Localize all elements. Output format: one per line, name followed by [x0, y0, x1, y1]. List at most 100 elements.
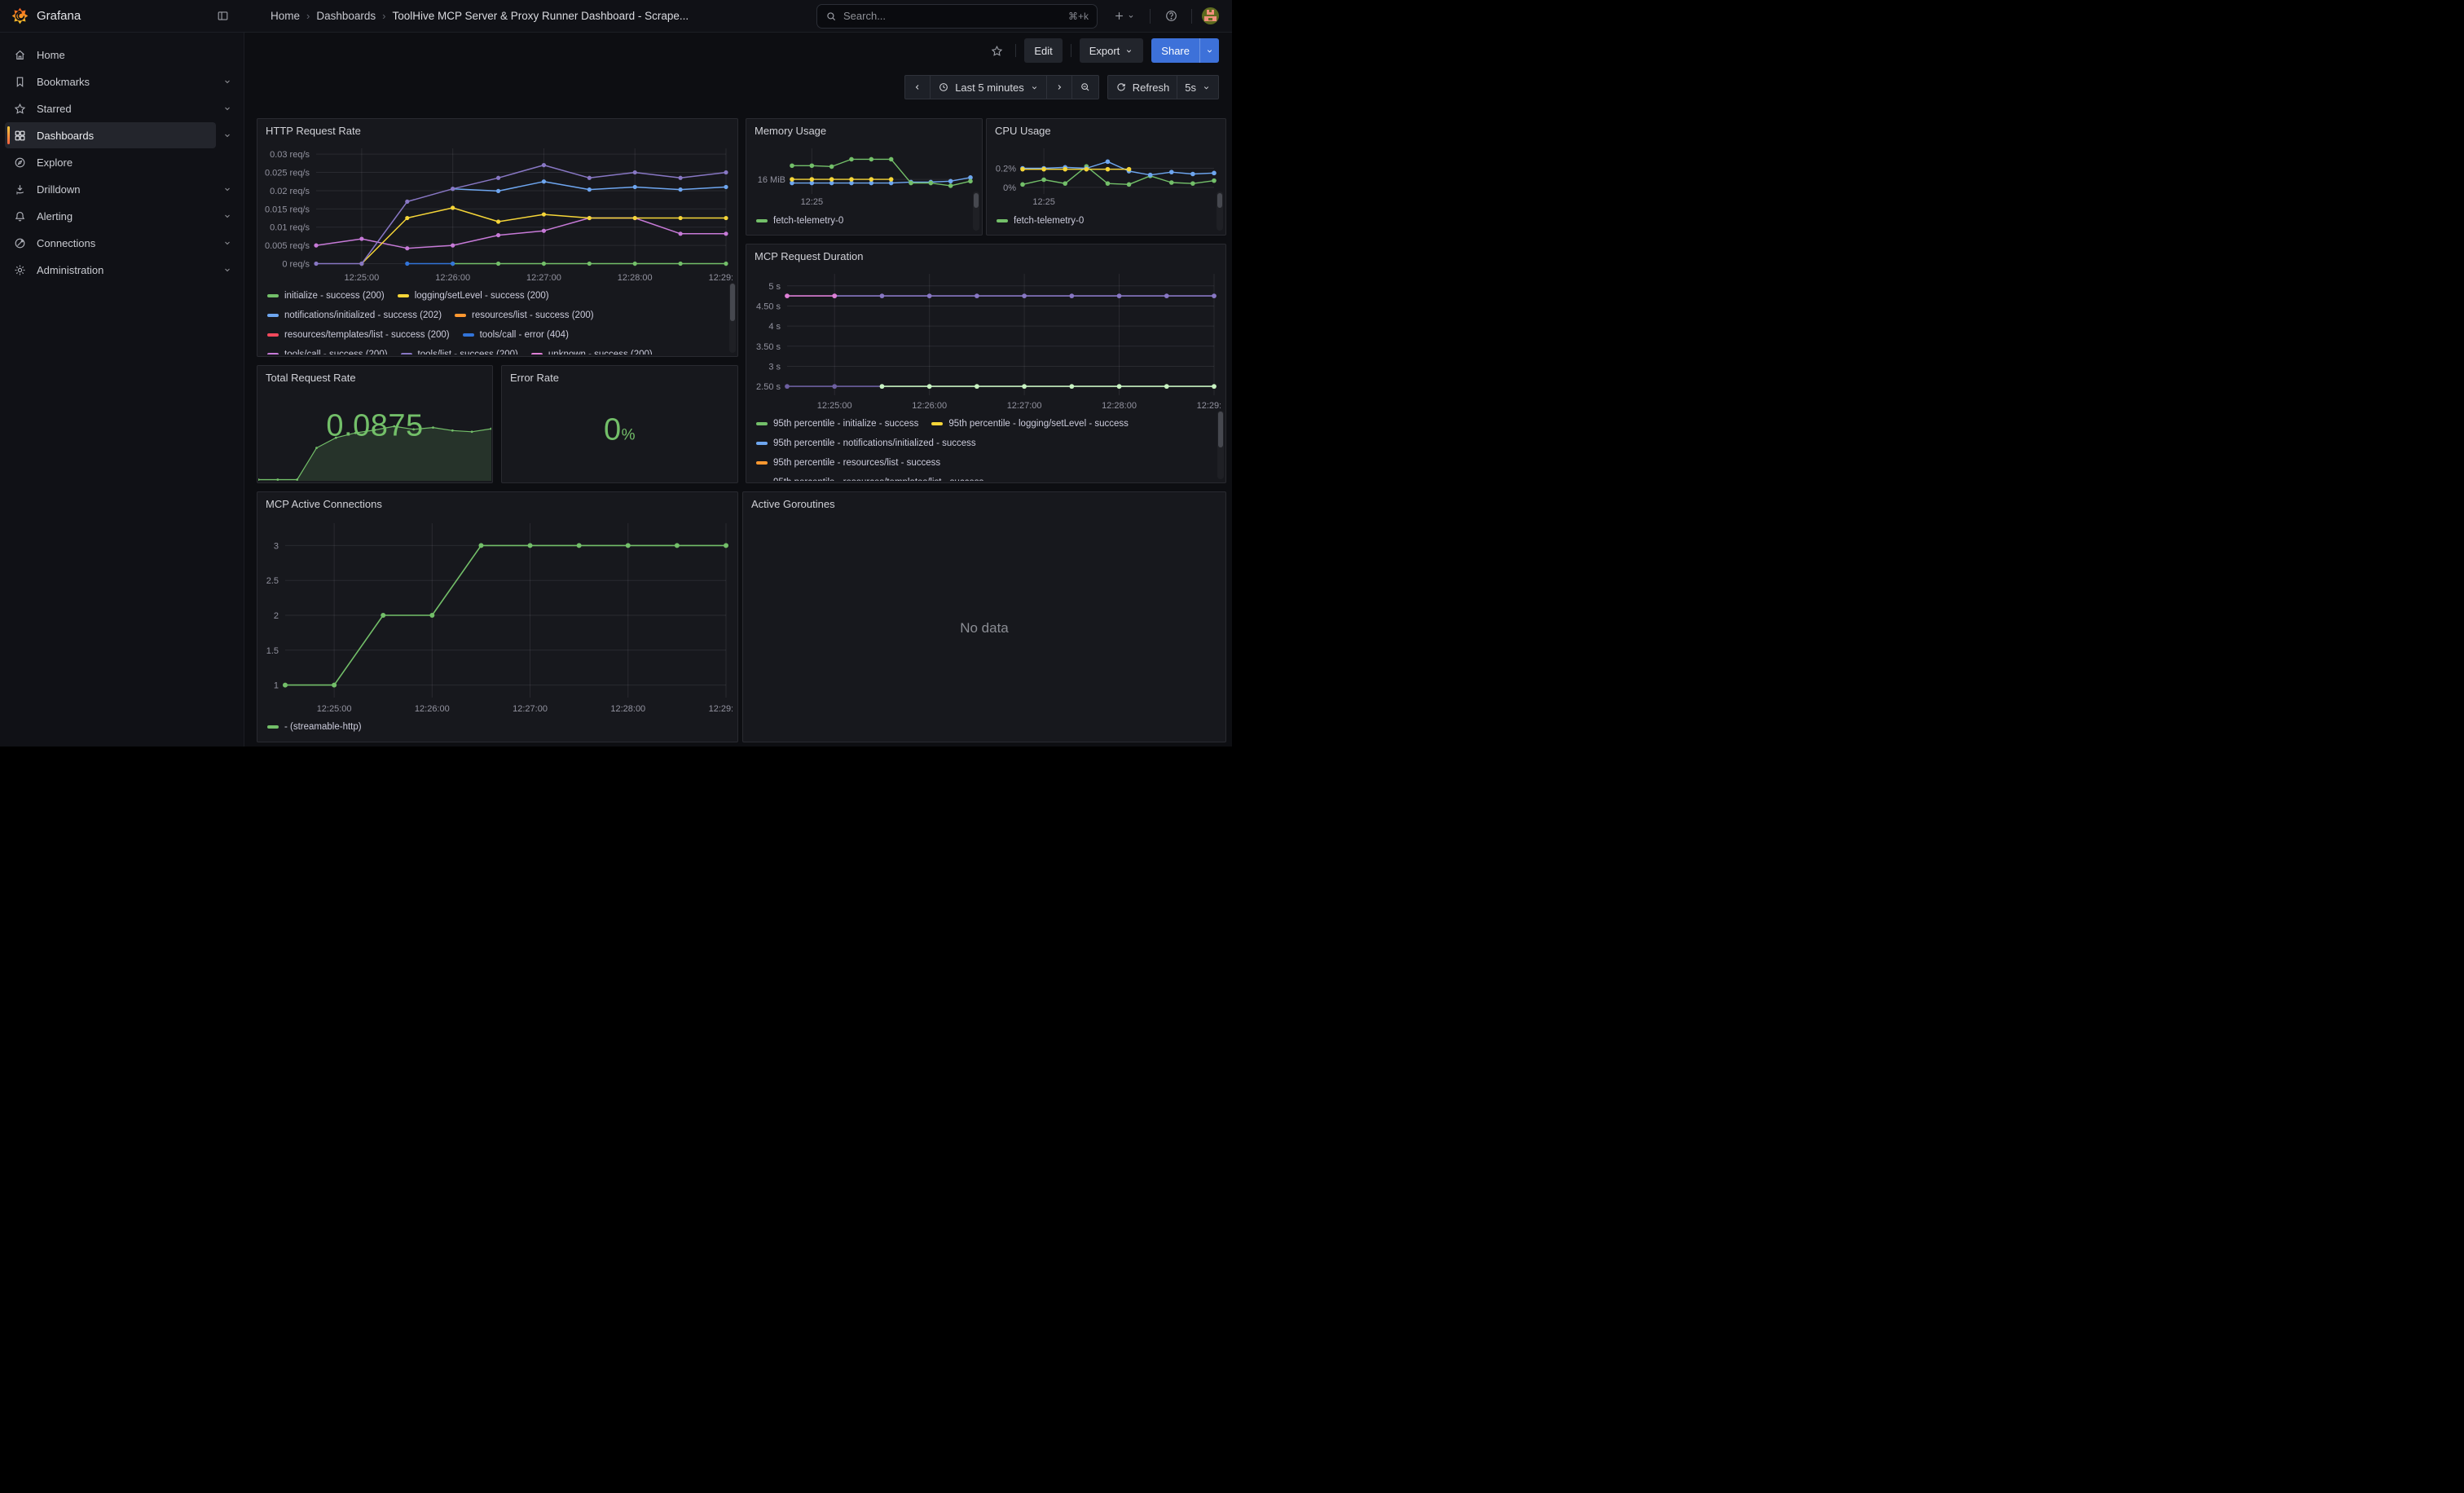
refresh-interval-picker[interactable]: 5s — [1177, 75, 1219, 99]
mcp-active-connections-legend: - (streamable-http) — [266, 717, 726, 738]
breadcrumb-home[interactable]: Home — [271, 10, 300, 22]
dashboards-icon — [13, 129, 27, 143]
favorite-star-icon[interactable] — [986, 40, 1007, 61]
legend-label: tools/call - success (200) — [284, 350, 388, 355]
edit-button[interactable]: Edit — [1024, 38, 1062, 63]
search-placeholder: Search... — [843, 10, 1062, 22]
sidebar-item-connections[interactable]: Connections — [5, 230, 216, 256]
legend-item[interactable]: fetch-telemetry-0 — [997, 216, 1084, 226]
sidebar-item-starred[interactable]: Starred — [5, 95, 216, 121]
search-input[interactable]: Search... ⌘+k — [816, 4, 1098, 29]
dashboard-actions: Edit Export Share — [986, 37, 1219, 64]
cpu-usage-chart[interactable]: 12:250.2%0% — [990, 142, 1221, 209]
legend-item[interactable]: resources/templates/list - success (200) — [267, 330, 450, 340]
sidebar-item-administration[interactable]: Administration — [5, 257, 216, 283]
share-button[interactable]: Share — [1151, 38, 1199, 63]
star-icon — [13, 102, 27, 116]
total-request-rate-value: 0.0875 — [257, 409, 492, 444]
share-menu-caret[interactable] — [1199, 38, 1219, 63]
legend-scrollbar[interactable] — [729, 283, 736, 353]
panel-header[interactable]: Total Request Rate — [257, 366, 492, 389]
grafana-logo[interactable] — [11, 7, 29, 24]
sidebar-header: Grafana — [0, 0, 244, 32]
legend-item[interactable]: tools/call - error (404) — [463, 330, 569, 340]
chevron-down-icon[interactable] — [216, 70, 239, 93]
legend-marker — [756, 442, 768, 445]
legend-item[interactable]: 95th percentile - resources/templates/li… — [756, 478, 983, 481]
legend-marker — [756, 422, 768, 425]
panel-header[interactable]: MCP Request Duration — [746, 244, 1225, 267]
time-shift-forward-button[interactable] — [1046, 75, 1072, 99]
help-icon[interactable] — [1160, 6, 1181, 27]
panel-header[interactable]: Memory Usage — [746, 119, 982, 142]
panel-total-request-rate: Total Request Rate 0.0875 — [257, 365, 493, 483]
zoom-out-icon — [1080, 81, 1091, 93]
legend-item[interactable]: unknown - success (200) — [531, 350, 653, 355]
refresh-button[interactable]: Refresh — [1107, 75, 1178, 99]
time-range-picker[interactable]: Last 5 minutes — [930, 75, 1047, 99]
legend-item[interactable]: logging/setLevel - success (200) — [398, 291, 549, 301]
user-avatar[interactable] — [1202, 7, 1219, 24]
chevron-down-icon[interactable] — [216, 258, 239, 281]
legend-scrollbar[interactable] — [1217, 192, 1223, 231]
dashboard-content: Edit Export Share Last 5 minutes — [244, 33, 1232, 746]
memory-usage-chart[interactable]: 12:2516 MiB — [750, 142, 977, 209]
legend-label: resources/list - success (200) — [472, 310, 594, 320]
time-shift-back-button[interactable] — [904, 75, 931, 99]
svg-text:0%: 0% — [1003, 183, 1016, 193]
legend-item[interactable]: initialize - success (200) — [267, 291, 385, 301]
dock-sidebar-icon[interactable] — [212, 6, 233, 27]
sidebar-item-home[interactable]: Home — [5, 42, 239, 68]
chevron-down-icon[interactable] — [216, 124, 239, 147]
sidebar-item-bookmarks[interactable]: Bookmarks — [5, 68, 216, 95]
legend-item[interactable]: fetch-telemetry-0 — [756, 216, 843, 226]
legend-item[interactable]: - (streamable-http) — [267, 722, 362, 732]
svg-text:2: 2 — [274, 611, 279, 621]
export-button[interactable]: Export — [1080, 38, 1144, 63]
sidebar-item-explore[interactable]: Explore — [5, 149, 239, 175]
legend-item[interactable]: tools/list - success (200) — [401, 350, 518, 355]
chevron-down-icon — [1124, 46, 1133, 55]
zoom-out-button[interactable] — [1071, 75, 1099, 99]
legend-item[interactable]: resources/list - success (200) — [455, 310, 594, 320]
sidebar: Home Bookmarks Starred Dashboards — [0, 33, 244, 746]
panel-header[interactable]: HTTP Request Rate — [257, 119, 737, 142]
legend-label: tools/list - success (200) — [418, 350, 518, 355]
sidebar-item-alerting[interactable]: Alerting — [5, 203, 216, 229]
http-request-rate-chart[interactable]: 12:25:0012:26:0012:27:0012:28:0012:29:00… — [261, 142, 733, 284]
legend-item[interactable]: tools/call - success (200) — [267, 350, 388, 355]
legend-item[interactable]: notifications/initialized - success (202… — [267, 310, 442, 320]
panel-header[interactable]: Error Rate — [502, 366, 737, 389]
legend-item[interactable]: 95th percentile - notifications/initiali… — [756, 438, 976, 448]
svg-text:0.02 req/s: 0.02 req/s — [270, 187, 310, 196]
panel-header[interactable]: Active Goroutines — [743, 492, 1225, 515]
chevron-down-icon[interactable] — [216, 231, 239, 254]
chevron-down-icon — [1202, 83, 1211, 92]
panel-title: Memory Usage — [755, 125, 826, 137]
legend-scrollbar[interactable] — [973, 192, 979, 231]
mcp-request-duration-chart[interactable]: 12:25:0012:26:0012:27:0012:28:0012:29:00… — [750, 267, 1221, 412]
legend-label: 95th percentile - notifications/initiali… — [773, 438, 976, 448]
http-request-rate-legend: initialize - success (200) logging/setLev… — [266, 286, 726, 355]
legend-scrollbar[interactable] — [1217, 411, 1224, 479]
chevron-down-icon[interactable] — [216, 97, 239, 120]
legend-marker — [398, 294, 409, 297]
chevron-down-icon[interactable] — [216, 178, 239, 200]
legend-label: notifications/initialized - success (202… — [284, 310, 442, 320]
divider — [1015, 44, 1016, 57]
sidebar-item-dashboards[interactable]: Dashboards — [5, 122, 216, 148]
brand-title: Grafana — [37, 9, 204, 23]
sidebar-item-drilldown[interactable]: Drilldown — [5, 176, 216, 202]
legend-item[interactable]: 95th percentile - initialize - success — [756, 419, 918, 429]
panel-header[interactable]: MCP Active Connections — [257, 492, 737, 515]
refresh-label: Refresh — [1133, 81, 1170, 94]
legend-item[interactable]: 95th percentile - resources/list - succe… — [756, 458, 940, 468]
breadcrumb-dashboards[interactable]: Dashboards — [316, 10, 376, 22]
mcp-active-connections-chart[interactable]: 12:25:0012:26:0012:27:0012:28:0012:29:00… — [261, 515, 733, 716]
panel-header[interactable]: CPU Usage — [987, 119, 1225, 142]
error-rate-sparkline[interactable] — [503, 474, 737, 482]
chevron-down-icon[interactable] — [216, 205, 239, 227]
legend-item[interactable]: 95th percentile - logging/setLevel - suc… — [931, 419, 1129, 429]
add-new-button[interactable] — [1107, 6, 1140, 27]
svg-text:3 s: 3 s — [768, 362, 781, 372]
